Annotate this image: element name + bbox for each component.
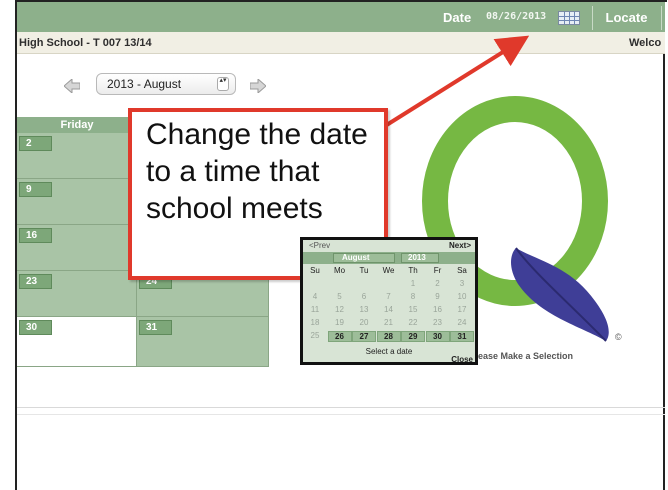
please-make-selection-text: ease Make a Selection — [478, 351, 574, 361]
school-info-bar: High School - T 007 13/14 Welco — [17, 32, 665, 54]
picker-day[interactable]: 29 — [401, 331, 425, 342]
picker-select-bar: August 2013 — [303, 252, 475, 264]
day-number: 23 — [19, 274, 52, 289]
calendar-day-cell[interactable]: 31 — [137, 317, 269, 367]
picker-day[interactable]: 5 — [328, 292, 352, 302]
picker-close-button[interactable]: Close — [451, 355, 473, 364]
picker-day[interactable]: 21 — [377, 318, 401, 328]
calendar-icon[interactable] — [558, 11, 580, 25]
picker-weekday-label: Tu — [359, 266, 369, 275]
picker-day[interactable]: 10 — [450, 292, 474, 302]
picker-day[interactable]: 2 — [426, 279, 450, 289]
calendar-day-cell[interactable]: 2 — [17, 133, 137, 179]
calendar-day-cell[interactable]: 16 — [17, 225, 137, 271]
picker-day[interactable]: 20 — [352, 318, 376, 328]
select-stepper-icon: ▴▾ — [217, 77, 229, 91]
frame-border — [663, 0, 665, 490]
school-name: High School - T 007 13/14 — [19, 37, 152, 49]
picker-weekday-label: Sa — [457, 266, 467, 275]
previous-month-arrow-icon[interactable] — [64, 79, 80, 93]
picker-weekday-label: Mo — [333, 266, 346, 275]
picker-day[interactable]: 27 — [352, 331, 376, 342]
picker-day[interactable]: 25 — [303, 331, 327, 341]
locate-button[interactable]: Locate — [592, 6, 660, 30]
picker-day[interactable]: 13 — [352, 305, 376, 315]
picker-prev-link[interactable]: <Prev — [309, 241, 330, 251]
picker-day[interactable]: 8 — [401, 292, 425, 302]
picker-weekday-label: Fr — [433, 266, 442, 275]
picker-day[interactable]: 22 — [401, 318, 425, 328]
picker-day[interactable]: 26 — [327, 331, 352, 342]
picker-year-select[interactable]: 2013 — [401, 253, 439, 263]
picker-weekday-label: Th — [408, 266, 418, 275]
picker-day[interactable]: 19 — [328, 318, 352, 328]
screenshot-frame: Date 08/26/2013 Locate H High School - T… — [0, 0, 668, 490]
date-picker-popup: <Prev Next> August 2013 Su Mo Tu We Th Fr Sa 1 2… — [300, 237, 478, 365]
picker-weekday-label: Su — [310, 266, 320, 275]
calendar-day-cell[interactable]: 30 — [17, 317, 137, 367]
picker-day[interactable]: 18 — [303, 318, 327, 328]
current-date-field[interactable]: 08/26/2013 — [486, 11, 546, 22]
picker-day[interactable]: 9 — [426, 292, 450, 302]
picker-day[interactable]: 12 — [328, 305, 352, 315]
picker-next-link[interactable]: Next> — [449, 241, 471, 251]
date-label: Date — [443, 10, 472, 25]
next-month-arrow-icon[interactable] — [250, 79, 266, 93]
day-number: 30 — [19, 320, 52, 335]
picker-month-select[interactable]: August — [333, 253, 395, 263]
picker-day[interactable]: 15 — [401, 305, 425, 315]
month-select-value: 2013 - August — [107, 77, 182, 91]
header-menu-button[interactable]: H — [661, 6, 668, 30]
picker-weekday-label: We — [382, 266, 395, 275]
column-header-friday: Friday — [17, 117, 137, 133]
picker-day[interactable]: 28 — [376, 331, 401, 342]
picker-day[interactable]: 31 — [450, 331, 474, 342]
day-number: 31 — [139, 320, 172, 335]
day-number: 9 — [19, 182, 52, 197]
divider — [17, 407, 665, 408]
divider — [17, 414, 665, 415]
day-number: 16 — [19, 228, 52, 243]
picker-day[interactable]: 30 — [425, 331, 450, 342]
picker-day[interactable]: 1 — [401, 279, 425, 289]
picker-day[interactable]: 3 — [450, 279, 474, 289]
picker-hint: Select a date — [365, 347, 413, 356]
day-number: 2 — [19, 136, 52, 151]
picker-day[interactable]: 17 — [450, 305, 474, 315]
picker-day[interactable]: 4 — [303, 292, 327, 302]
month-select[interactable]: 2013 - August ▴▾ — [96, 73, 236, 95]
copyright-mark: © — [615, 332, 622, 342]
picker-day[interactable]: 14 — [377, 305, 401, 315]
welcome-text: Welco — [629, 37, 662, 49]
calendar-day-cell[interactable]: 9 — [17, 179, 137, 225]
calendar-day-cell[interactable]: 23 — [17, 271, 137, 317]
picker-day[interactable]: 11 — [303, 305, 327, 315]
callout-text: Change the date to a time that school me… — [146, 118, 368, 225]
top-header-bar: Date 08/26/2013 Locate H — [17, 2, 668, 32]
picker-day[interactable]: 23 — [426, 318, 450, 328]
picker-day[interactable]: 16 — [426, 305, 450, 315]
picker-day[interactable]: 24 — [450, 318, 474, 328]
picker-day[interactable]: 7 — [377, 292, 401, 302]
picker-day[interactable]: 6 — [352, 292, 376, 302]
